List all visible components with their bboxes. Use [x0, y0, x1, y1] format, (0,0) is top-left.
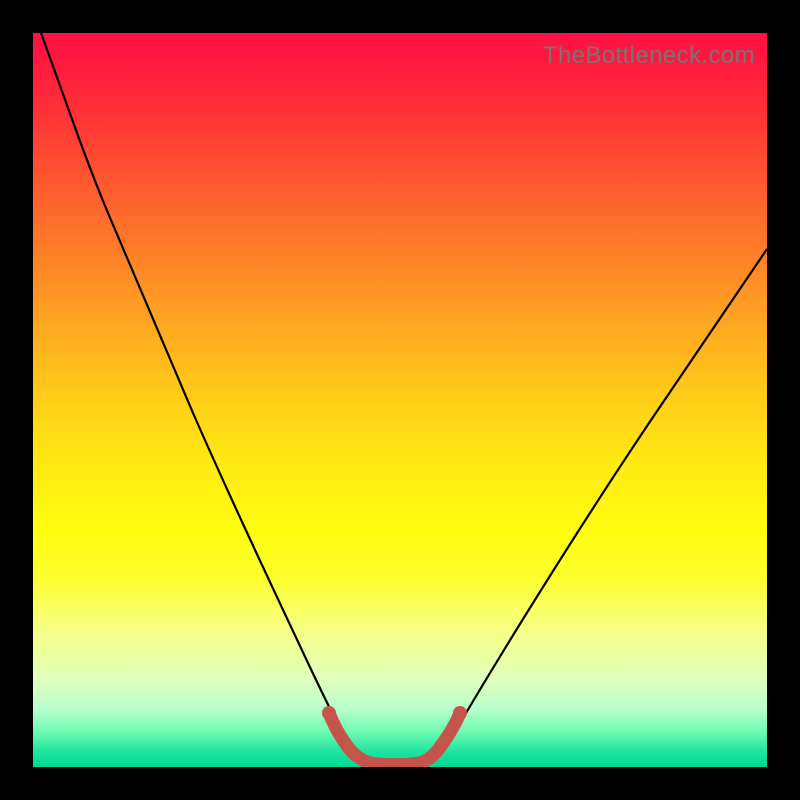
optimal-band-marker [329, 713, 460, 765]
chart-frame: TheBottleneck.com [0, 0, 800, 800]
band-end-dot-right [453, 706, 467, 720]
bottleneck-curve [41, 33, 767, 765]
plot-area: TheBottleneck.com [33, 33, 767, 767]
chart-svg [33, 33, 767, 767]
band-end-dot-left [322, 706, 336, 720]
